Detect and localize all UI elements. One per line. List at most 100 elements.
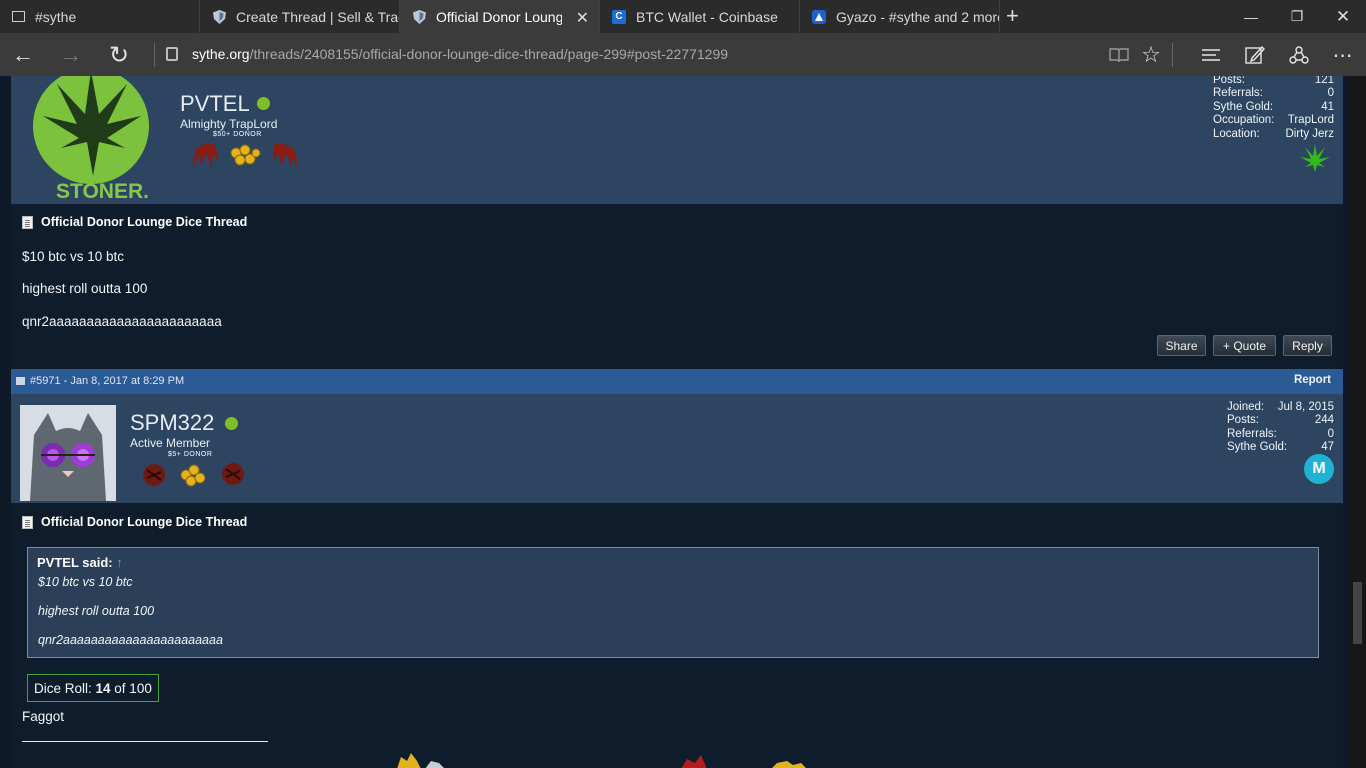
message-line: highest roll outta 100 [22,281,148,296]
user-stats: Posts: 121 Referrals: 0 Sythe Gold: 41 Occu… [1213,76,1334,141]
post-icon [16,377,25,385]
post-body: Official Donor Lounge Dice Thread PVTEL … [11,503,1343,768]
refresh-icon[interactable]: ↻ [104,41,134,69]
tab-sythe[interactable]: #sythe [0,0,200,33]
stat-row: Posts: 121 [1213,76,1334,86]
share-button[interactable]: Share [1157,335,1206,356]
stat-row: Sythe Gold: 41 [1213,100,1334,113]
scrollbar[interactable] [1349,76,1366,768]
gyazo-icon [812,9,826,24]
quote-button[interactable]: + Quote [1213,335,1276,356]
stat-row: Posts: 244 [1227,414,1334,427]
document-icon [22,215,33,229]
divider [154,43,155,67]
donor-label: $50+ DONOR [213,131,262,138]
quote-block: PVTEL said: ↑ $10 btc vs 10 btc highest … [27,547,1319,658]
url-host: sythe.org [192,46,250,62]
divider [1172,43,1173,67]
stat-row: Sythe Gold: 47 [1227,441,1334,454]
hub-icon[interactable] [1196,41,1226,69]
tab-gyazo[interactable]: Gyazo - #sythe and 2 more [800,0,1000,33]
document-icon [22,515,33,529]
reply-button[interactable]: Reply [1283,335,1332,356]
shield-icon [412,9,426,24]
dice-suffix: of 100 [110,680,152,696]
dice-roll-box: Dice Roll: 14 of 100 [27,674,159,702]
tab-label: BTC Wallet - Coinbase [636,8,778,25]
online-indicator [257,97,270,110]
signature-divider [22,741,268,742]
stat-row: Occupation: TrapLord [1213,114,1334,127]
tab-coinbase[interactable]: C BTC Wallet - Coinbase [600,0,800,33]
post: STONER. PVTEL Almighty TrapLord $50+ DON… [11,76,1343,368]
member-badge-icon: M [1304,454,1334,484]
tab-create-thread[interactable]: Create Thread | Sell & Trade [200,0,400,33]
favorite-star-icon[interactable]: ☆ [1136,41,1166,69]
user-title: Active Member [130,436,211,450]
lock-icon [166,47,178,61]
avatar[interactable]: STONER. [29,76,164,203]
user-stats: Joined: Jul 8, 2015 Posts: 244 Referrals: 0… [1227,401,1334,455]
post-body: Official Donor Lounge Dice Thread $10 bt… [11,204,1343,368]
tab-label: #sythe [35,8,77,25]
thread-title-text: Official Donor Lounge Dice Thread [41,215,248,229]
tab-strip: #sythe Create Thread | Sell & Trade Offi… [0,0,1366,33]
thread-title-text: Official Donor Lounge Dice Thread [41,515,248,529]
report-link[interactable]: Report [1294,374,1331,386]
donor-badges [139,460,253,495]
quote-jump-arrow-icon[interactable]: ↑ [116,555,123,570]
more-menu-icon[interactable]: ⋯ [1328,41,1358,69]
reading-view-icon[interactable] [1104,41,1134,69]
user-info-bar: STONER. PVTEL Almighty TrapLord $50+ DON… [11,76,1343,204]
coinbase-icon: C [612,9,626,24]
leaf-icon [1299,144,1331,177]
donor-badges [189,139,303,176]
page-content: STONER. PVTEL Almighty TrapLord $50+ DON… [0,76,1366,768]
tab-donor-lounge[interactable]: Official Donor Lounge D ✕ [400,0,600,33]
post-permalink[interactable]: #5971 - Jan 8, 2017 at 8:29 PM [30,375,184,387]
message-line: qnr2aaaaaaaaaaaaaaaaaaaaaaa [22,314,222,329]
quote-line: qnr2aaaaaaaaaaaaaaaaaaaaaaa [38,633,223,647]
avatar-text: STONER. [56,180,149,203]
url-path: /threads/2408155/official-donor-lounge-d… [249,46,729,62]
avatar[interactable] [20,405,116,501]
message-line: $10 btc vs 10 btc [22,249,125,264]
shield-icon [212,9,226,24]
user-info-bar: SPM322 Active Member $5+ DONOR Joined: Ju… [11,394,1343,503]
close-tab-icon[interactable]: ✕ [576,8,589,28]
quote-line: highest roll outta 100 [38,604,155,618]
page-icon [12,11,25,22]
scrollbar-thumb[interactable] [1353,582,1362,644]
username[interactable]: PVTEL [180,91,250,117]
post-header: #5971 - Jan 8, 2017 at 8:29 PM Report [11,369,1343,394]
message-line: Faggot [22,709,65,724]
minimize-button[interactable]: — [1228,0,1274,33]
restore-button[interactable]: ❐ [1274,0,1320,33]
quote-author: PVTEL said: ↑ [37,555,123,570]
forward-arrow-icon[interactable]: → [56,41,86,69]
thread-title[interactable]: Official Donor Lounge Dice Thread [22,515,247,529]
share-icon[interactable] [1284,41,1314,69]
dice-label: Dice Roll: [34,680,96,696]
post: SPM322 Active Member $5+ DONOR Joined: Ju… [11,394,1343,768]
web-note-icon[interactable] [1240,41,1270,69]
tab-label: Create Thread | Sell & Trade [236,8,399,25]
username[interactable]: SPM322 [130,410,214,436]
new-tab-button[interactable]: + [1006,4,1019,28]
dice-value: 14 [95,680,111,696]
back-arrow-icon[interactable]: ← [8,41,38,69]
user-title: Almighty TrapLord [180,117,278,131]
tab-label: Official Donor Lounge D [436,8,562,25]
stat-row: Location: Dirty Jerz [1213,127,1334,140]
close-window-button[interactable]: ✕ [1320,0,1366,33]
stat-row: Referrals: 0 [1227,427,1334,440]
stat-row: Referrals: 0 [1213,87,1334,100]
tab-label: Gyazo - #sythe and 2 more [836,8,999,25]
online-indicator [225,417,238,430]
thread-title[interactable]: Official Donor Lounge Dice Thread [22,215,247,229]
stat-row: Joined: Jul 8, 2015 [1227,401,1334,413]
address-toolbar: ← → ↻ sythe.org/threads/2408155/official… [0,33,1366,76]
address-bar[interactable]: sythe.org/threads/2408155/official-donor… [160,39,1090,69]
signature-image [391,749,821,768]
donor-label: $5+ DONOR [168,451,213,458]
